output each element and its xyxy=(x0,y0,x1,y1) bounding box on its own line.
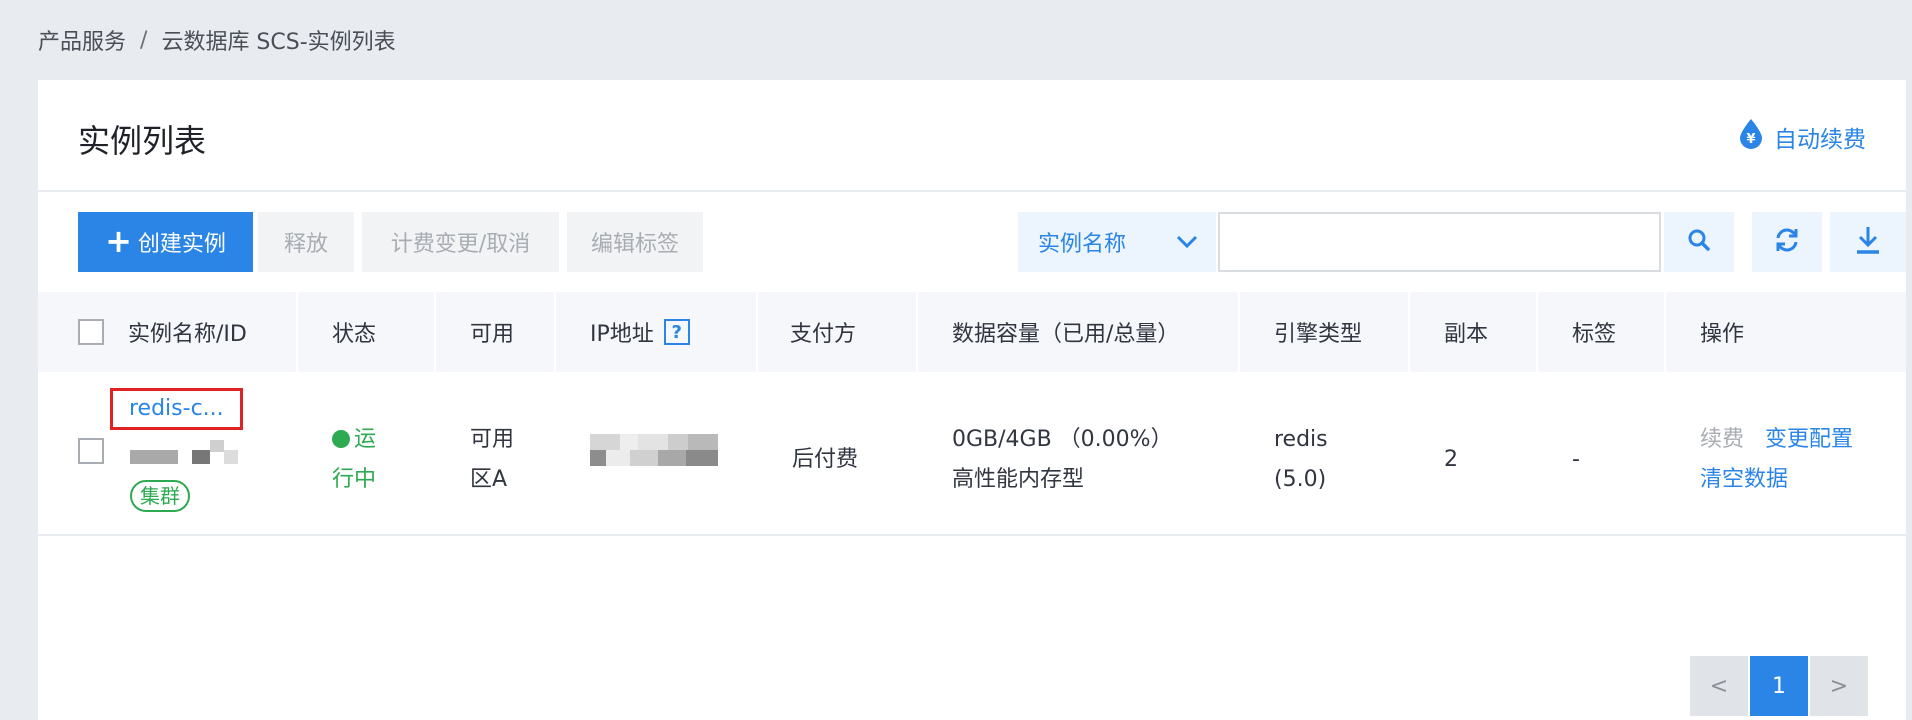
engine-name: redis xyxy=(1274,427,1328,452)
status-text-line1: 运 xyxy=(354,427,377,452)
select-all-checkbox[interactable] xyxy=(78,319,104,345)
zone-line1: 可用 xyxy=(470,427,515,452)
table-row: redis-c... 集群 运 行中 可用 区A 后付费 0GB/4GB （0.… xyxy=(38,372,1906,536)
instance-table: 实例名称/ID 状态 可用 IP地址 ? 支付方 数据容量（已用/总量） 引擎类… xyxy=(38,292,1906,536)
column-label: 标签 xyxy=(1572,322,1617,347)
column-label: 状态 xyxy=(332,322,377,347)
search-field-selected: 实例名称 xyxy=(1038,232,1127,257)
payment-cell: 后付费 xyxy=(792,447,859,472)
toolbar: + 创建实例 释放 计费变更/取消 编辑标签 实例名称 xyxy=(78,212,1906,274)
column-label: 实例名称/ID xyxy=(128,322,247,347)
billing-change-button[interactable]: 计费变更/取消 xyxy=(362,212,559,272)
clear-data-action[interactable]: 清空数据 xyxy=(1700,467,1788,492)
engine-cell: redis (5.0) xyxy=(1274,420,1328,500)
download-button[interactable] xyxy=(1830,212,1906,272)
renew-action[interactable]: 续费 xyxy=(1700,427,1744,452)
column-header-ip: IP地址 ? xyxy=(556,292,758,372)
tags-cell: - xyxy=(1572,447,1580,472)
type-badge-cell: 集群 xyxy=(130,480,190,512)
yen-drop-icon: ¥ xyxy=(1738,118,1764,156)
column-header-payment: 支付方 xyxy=(758,292,918,372)
cluster-badge: 集群 xyxy=(130,480,190,512)
capacity-usage: 0GB/4GB （0.00%） xyxy=(952,427,1173,452)
column-label: 可用 xyxy=(470,322,515,347)
column-header-capacity: 数据容量（已用/总量） xyxy=(918,292,1240,372)
search-input[interactable] xyxy=(1218,212,1661,272)
search-icon xyxy=(1687,228,1711,256)
create-instance-button[interactable]: + 创建实例 xyxy=(78,212,253,272)
column-header-name: 实例名称/ID xyxy=(38,292,298,372)
column-header-zone: 可用 xyxy=(436,292,556,372)
row-checkbox[interactable] xyxy=(78,438,104,464)
breadcrumb: 产品服务 / 云数据库 SCS-实例列表 xyxy=(38,24,396,56)
change-config-action[interactable]: 变更配置 xyxy=(1765,427,1853,452)
release-button[interactable]: 释放 xyxy=(258,212,354,272)
create-instance-label: 创建实例 xyxy=(137,232,226,257)
column-label: 操作 xyxy=(1700,322,1745,347)
status-dot-icon xyxy=(332,430,350,448)
instance-name-link[interactable]: redis-c... xyxy=(110,388,243,430)
plus-icon: + xyxy=(105,221,132,260)
refresh-icon xyxy=(1773,226,1801,258)
redacted-ip-address xyxy=(590,434,718,468)
edit-tags-button[interactable]: 编辑标签 xyxy=(567,212,703,272)
breadcrumb-separator: / xyxy=(140,27,148,53)
breadcrumb-current: 云数据库 SCS-实例列表 xyxy=(161,30,396,55)
column-header-actions: 操作 xyxy=(1666,292,1906,372)
search-button[interactable] xyxy=(1664,212,1734,272)
auto-renew-label: 自动续费 xyxy=(1774,127,1866,153)
column-header-status: 状态 xyxy=(298,292,436,372)
refresh-button[interactable] xyxy=(1752,212,1822,272)
zone-line2: 区A xyxy=(470,467,508,492)
column-label: IP地址 xyxy=(590,322,654,347)
column-label: 副本 xyxy=(1444,322,1489,347)
column-header-engine: 引擎类型 xyxy=(1240,292,1410,372)
next-page-button[interactable]: > xyxy=(1810,656,1868,716)
help-icon[interactable]: ? xyxy=(663,319,690,345)
instance-name-cell: redis-c... xyxy=(110,388,243,430)
replicas-cell: 2 xyxy=(1444,447,1458,472)
prev-page-button[interactable]: < xyxy=(1690,656,1748,716)
capacity-type: 高性能内存型 xyxy=(952,467,1085,492)
column-label: 引擎类型 xyxy=(1274,322,1363,347)
card-header: 实例列表 ¥ 自动续费 xyxy=(38,80,1906,192)
page-title: 实例列表 xyxy=(78,122,207,160)
breadcrumb-root-link[interactable]: 产品服务 xyxy=(38,24,126,56)
column-label: 数据容量（已用/总量） xyxy=(952,322,1180,347)
column-header-replicas: 副本 xyxy=(1410,292,1538,372)
actions-cell: 续费 变更配置 清空数据 xyxy=(1700,420,1853,500)
instance-list-card: 实例列表 ¥ 自动续费 + 创建实例 释放 计费变更/取消 编辑标签 实例名称 xyxy=(38,80,1906,720)
redacted-instance-id xyxy=(130,440,246,470)
status-cell: 运 行中 xyxy=(332,420,376,500)
table-header: 实例名称/ID 状态 可用 IP地址 ? 支付方 数据容量（已用/总量） 引擎类… xyxy=(38,292,1906,372)
auto-renew-link[interactable]: ¥ 自动续费 xyxy=(1738,118,1866,156)
search-field-select[interactable]: 实例名称 xyxy=(1018,212,1216,272)
download-icon xyxy=(1854,225,1882,259)
chevron-down-icon xyxy=(1176,230,1198,255)
engine-version: (5.0) xyxy=(1274,467,1327,492)
column-label: 支付方 xyxy=(790,322,857,347)
zone-cell: 可用 区A xyxy=(470,420,514,500)
column-header-tags: 标签 xyxy=(1538,292,1666,372)
page-1-button[interactable]: 1 xyxy=(1750,656,1808,716)
status-text-line2: 行中 xyxy=(332,467,377,492)
capacity-cell: 0GB/4GB （0.00%） 高性能内存型 xyxy=(952,420,1173,500)
svg-text:¥: ¥ xyxy=(1746,132,1755,147)
